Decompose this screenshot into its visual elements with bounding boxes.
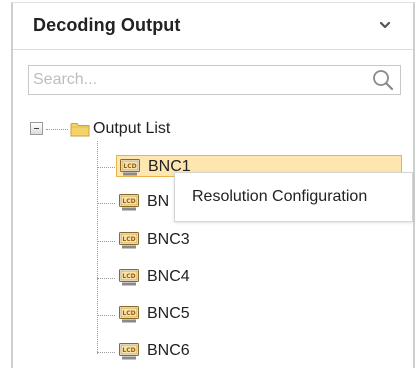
svg-text:LCD: LCD (122, 347, 135, 354)
lcd-monitor-icon: LCD (119, 194, 139, 211)
search-input[interactable] (29, 66, 363, 94)
svg-text:LCD: LCD (122, 198, 135, 205)
lcd-monitor-icon: LCD (119, 343, 139, 360)
panel-title: Decoding Output (33, 15, 181, 35)
tree-item-bnc5: LCD BNC5 (97, 303, 397, 327)
tree-connector (97, 203, 115, 204)
svg-text:LCD: LCD (122, 310, 135, 317)
search-box (28, 65, 401, 95)
lcd-monitor-icon: LCD (119, 269, 139, 286)
context-menu-item-label: Resolution Configuration (192, 188, 368, 205)
collapse-toggle-icon[interactable] (30, 122, 43, 135)
tree-connector (97, 315, 115, 316)
chevron-down-icon[interactable] (377, 17, 393, 33)
tree-item-bnc4: LCD BNC4 (97, 266, 397, 290)
decoding-output-panel: Decoding Output Output List (0, 0, 417, 369)
lcd-monitor-icon: LCD (120, 159, 140, 176)
tree-node[interactable]: LCD BNC6 (116, 340, 190, 362)
tree-connector (46, 129, 68, 130)
folder-icon (70, 121, 90, 137)
tree-item-bnc6: LCD BNC6 (97, 340, 397, 364)
panel-header[interactable]: Decoding Output (13, 3, 413, 50)
tree-root-label[interactable]: Output List (93, 120, 170, 138)
tree-node-label: BNC6 (147, 342, 190, 359)
tree-node[interactable]: LCD BN (116, 191, 169, 213)
lcd-monitor-icon: LCD (119, 306, 139, 323)
tree-connector (97, 352, 115, 353)
tree-item-bnc3: LCD BNC3 (97, 229, 397, 253)
tree-connector (97, 278, 115, 279)
context-menu-item-resolution-configuration[interactable]: Resolution Configuration (175, 173, 412, 221)
tree-node[interactable]: LCD BNC3 (116, 229, 190, 251)
tree-node-label: BNC4 (147, 268, 190, 285)
search-icon[interactable] (372, 69, 394, 91)
tree-connector (97, 241, 115, 242)
tree-node-label: BNC5 (147, 305, 190, 322)
lcd-monitor-icon: LCD (119, 232, 139, 249)
svg-text:LCD: LCD (122, 236, 135, 243)
tree-node-label: BNC3 (147, 231, 190, 248)
context-menu: Resolution Configuration (174, 172, 413, 222)
tree-node-label: BN (147, 193, 170, 210)
svg-text:LCD: LCD (122, 273, 135, 280)
tree-node[interactable]: LCD BNC4 (116, 266, 190, 288)
svg-text:LCD: LCD (123, 163, 136, 170)
tree-connector (97, 167, 115, 168)
tree-node[interactable]: LCD BNC5 (116, 303, 190, 325)
